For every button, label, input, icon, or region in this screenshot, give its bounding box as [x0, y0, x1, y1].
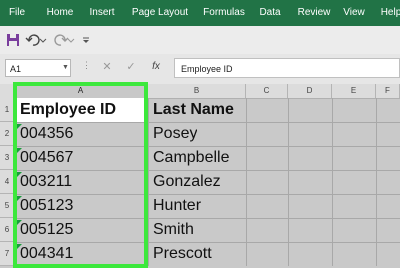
- menu-insert[interactable]: Insert: [86, 0, 118, 26]
- column-header-e[interactable]: E: [332, 84, 376, 98]
- menu-review[interactable]: Review: [296, 0, 332, 26]
- gridline: [246, 98, 247, 266]
- menu-view[interactable]: View: [340, 0, 368, 26]
- enter-button[interactable]: ✓: [124, 59, 138, 75]
- customize-qat-icon[interactable]: [80, 31, 92, 49]
- row-header-6[interactable]: 6: [0, 218, 14, 242]
- row-header-4[interactable]: 4: [0, 170, 14, 194]
- menu-home[interactable]: Home: [44, 0, 76, 26]
- cell-b5[interactable]: Hunter: [153, 194, 201, 218]
- cell-b1[interactable]: Last Name: [153, 98, 234, 122]
- cell-b4[interactable]: Gonzalez: [153, 170, 221, 194]
- column-header-f[interactable]: F: [376, 84, 400, 98]
- column-a-highlight: [13, 82, 148, 268]
- undo-dropdown-icon[interactable]: [38, 31, 48, 49]
- redo-dropdown-icon[interactable]: [66, 31, 76, 49]
- column-header-d[interactable]: D: [288, 84, 332, 98]
- save-icon[interactable]: [4, 31, 22, 49]
- formula-input[interactable]: Employee ID: [174, 58, 400, 78]
- formula-bar-separator: ⋮: [82, 60, 91, 70]
- row-header-3[interactable]: 3: [0, 146, 14, 170]
- cell-b3[interactable]: Campbelle: [153, 146, 229, 170]
- cell-b6[interactable]: Smith: [153, 218, 194, 242]
- menu-bar: File Home Insert Page Layout Formulas Da…: [0, 0, 400, 26]
- gridline: [332, 98, 333, 266]
- name-box-dropdown-icon[interactable]: ▼: [62, 64, 69, 71]
- menu-file[interactable]: File: [4, 0, 30, 26]
- gridline: [148, 98, 149, 266]
- row-header-1[interactable]: 1: [0, 98, 14, 122]
- insert-function-button[interactable]: fx: [148, 59, 164, 75]
- menu-page-layout[interactable]: Page Layout: [130, 0, 190, 26]
- menu-data[interactable]: Data: [256, 0, 284, 26]
- gridline: [376, 98, 377, 266]
- menu-help[interactable]: Help: [378, 0, 400, 26]
- menu-formulas[interactable]: Formulas: [200, 0, 248, 26]
- cell-b7[interactable]: Prescott: [153, 242, 212, 266]
- quick-access-toolbar: [0, 26, 400, 55]
- row-header-5[interactable]: 5: [0, 194, 14, 218]
- row-header-2[interactable]: 2: [0, 122, 14, 146]
- column-header-c[interactable]: C: [246, 84, 288, 98]
- column-header-b[interactable]: B: [148, 84, 246, 98]
- gridline: [288, 98, 289, 266]
- cell-b2[interactable]: Posey: [153, 122, 197, 146]
- cancel-button[interactable]: ✕: [100, 59, 114, 75]
- row-header-7[interactable]: 7: [0, 242, 14, 266]
- select-all-corner[interactable]: [0, 84, 14, 98]
